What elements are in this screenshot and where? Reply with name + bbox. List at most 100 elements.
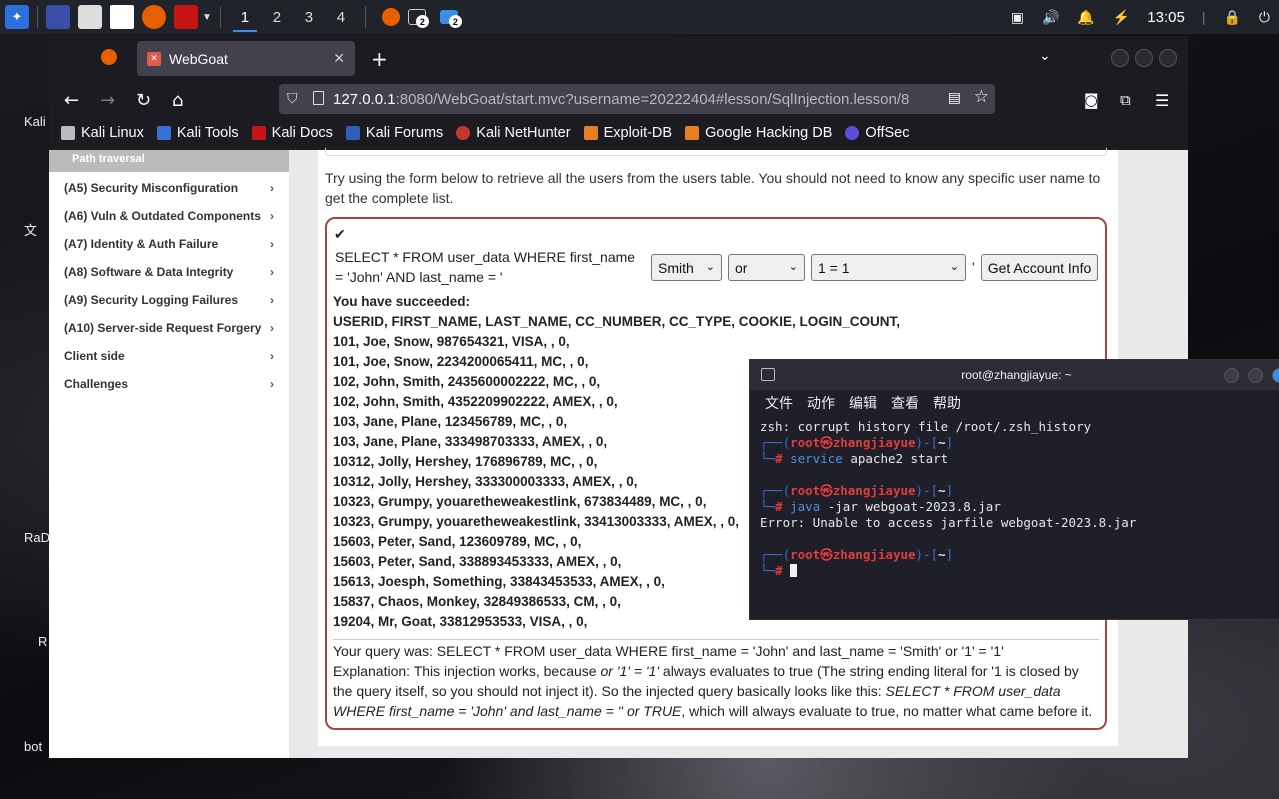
sidebar-item-a7[interactable]: (A7) Identity & Auth Failure › — [49, 230, 289, 258]
menu-edit[interactable]: 编辑 — [849, 393, 877, 413]
desktop-label[interactable]: 文 — [24, 220, 37, 239]
operator-select[interactable]: or ⌄ — [728, 254, 805, 281]
select-value: Smith — [658, 260, 694, 276]
bookmark-label: Google Hacking DB — [705, 125, 833, 141]
sidebar-item-a10[interactable]: (A10) Server-side Request Forgery › — [49, 314, 289, 342]
chevron-right-icon: › — [270, 293, 274, 307]
menu-help[interactable]: 帮助 — [933, 393, 961, 413]
sidebar-subitem-path-traversal[interactable]: Path traversal — [49, 150, 289, 172]
pocket-icon[interactable]: ◙ — [1084, 91, 1099, 109]
notification-bell-icon[interactable]: 🔔 — [1077, 9, 1094, 26]
cursor — [790, 564, 798, 577]
sidebar-item-a6[interactable]: (A6) Vuln & Outdated Components › — [49, 202, 289, 230]
tab-webgoat[interactable]: ✕ WebGoat ✕ — [137, 41, 355, 76]
logout-icon[interactable]: ⏻ — [1259, 9, 1270, 26]
screen-icon[interactable]: ▣ — [1011, 9, 1024, 26]
back-icon[interactable]: ← — [64, 90, 79, 111]
workspace-2[interactable]: 2 — [261, 0, 293, 34]
minimize-button[interactable] — [1224, 368, 1239, 383]
desktop-label[interactable]: RaD — [24, 530, 50, 545]
desktop-label[interactable]: Kali — [24, 114, 46, 129]
terminal-titlebar[interactable]: root@zhangjiayue: ~ — [750, 360, 1279, 390]
close-window-button[interactable] — [1159, 49, 1177, 67]
bookmark-kali-forums[interactable]: Kali Forums — [345, 125, 443, 141]
workspace-4[interactable]: 4 — [325, 0, 357, 34]
minimize-button[interactable] — [1111, 49, 1129, 67]
terminal-window-icon[interactable]: 2 — [407, 9, 429, 28]
maximize-button[interactable] — [1248, 368, 1263, 383]
close-tab-icon[interactable]: ✕ — [333, 50, 345, 67]
menu-file[interactable]: 文件 — [765, 393, 793, 413]
firefox-view-icon[interactable] — [101, 49, 117, 65]
url-bar[interactable]: ⛉ 127.0.0.1:8080/WebGoat/start.mvc?usern… — [279, 84, 995, 114]
app-icon[interactable] — [174, 5, 198, 29]
close-window-button[interactable] — [1272, 368, 1279, 383]
get-account-info-button[interactable]: Get Account Info — [981, 254, 1098, 281]
workspace-3[interactable]: 3 — [293, 0, 325, 34]
sidebar-item-client-side[interactable]: Client side › — [49, 342, 289, 370]
kali-forums-icon — [345, 126, 360, 140]
tab-list-icon[interactable]: ⌄ — [1039, 48, 1051, 64]
sidebar-item-challenges[interactable]: Challenges › — [49, 370, 289, 398]
firefox-window-icon[interactable] — [381, 8, 400, 26]
last-name-select[interactable]: Smith ⌄ — [651, 254, 722, 281]
bookmark-kali-tools[interactable]: Kali Tools — [156, 125, 239, 141]
bookmarks-bar: Kali Linux Kali Tools Kali Docs Kali For… — [49, 118, 1188, 148]
menu-view[interactable]: 查看 — [891, 393, 919, 413]
bookmark-kali-docs[interactable]: Kali Docs — [251, 125, 333, 141]
extensions-icon[interactable]: ⧉ — [1120, 91, 1131, 109]
success-message: You have succeeded: — [333, 294, 471, 309]
bookmark-label: Kali Linux — [81, 125, 144, 141]
condition-select[interactable]: 1 = 1 ⌄ — [811, 254, 966, 281]
command-line: └─# java -jar webgoat-2023.8.jar — [760, 499, 1001, 514]
nav-bar: ← → ↻ ⌂ ⛉ 127.0.0.1:8080/WebGoat/start.m… — [49, 82, 1188, 118]
sidebar-item-label: (A7) Identity & Auth Failure — [64, 237, 219, 251]
sidebar-item-a8[interactable]: (A8) Software & Data Integrity › — [49, 258, 289, 286]
sql-query-prefix: SELECT * FROM user_data WHERE first_name… — [335, 249, 636, 285]
sidebar-item-a5[interactable]: (A5) Security Misconfiguration › — [49, 174, 289, 202]
workspace-1[interactable]: 1 — [229, 0, 261, 34]
file-manager-icon[interactable] — [78, 5, 102, 29]
maximize-button[interactable] — [1135, 49, 1153, 67]
reload-icon[interactable]: ↻ — [136, 90, 151, 111]
desktop-label[interactable]: R — [38, 634, 47, 649]
system-tray: ▣ 🔊 🔔 ⚡ 13:05 | 🔒 ⏻ — [1002, 0, 1279, 34]
bookmark-exploit-db[interactable]: Exploit-DB — [583, 125, 673, 141]
clock[interactable]: 13:05 — [1147, 9, 1185, 26]
bookmark-label: Exploit-DB — [603, 125, 673, 141]
new-tab-icon[interactable]: + — [371, 47, 388, 71]
terminal-icon — [761, 368, 775, 381]
explanation-part: , which will always evaluate to true, no… — [681, 703, 1093, 719]
prompt-line: ┌──(root㉿zhangjiayue)-[~] — [760, 435, 954, 450]
power-icon[interactable]: ⚡ — [1113, 9, 1130, 26]
volume-icon[interactable]: 🔊 — [1042, 9, 1059, 26]
home-icon[interactable]: ⌂ — [172, 90, 183, 111]
terminal-output[interactable]: zsh: corrupt history file /root/.zsh_his… — [750, 416, 1279, 579]
desktop-label[interactable]: bot — [24, 739, 42, 754]
divider — [364, 6, 366, 28]
kali-menu-icon[interactable]: ✦ — [5, 5, 29, 29]
firefox-icon[interactable] — [142, 5, 166, 29]
bookmark-star-icon[interactable]: ☆ — [973, 87, 989, 107]
bookmark-kali-nethunter[interactable]: Kali NetHunter — [456, 125, 571, 141]
chevron-right-icon: › — [270, 321, 274, 335]
forward-icon[interactable]: → — [100, 90, 115, 111]
lock-icon[interactable]: 🔒 — [1223, 9, 1240, 26]
shield-icon[interactable]: ⛉ — [287, 90, 298, 107]
show-desktop-icon[interactable] — [46, 5, 70, 29]
text-editor-icon[interactable] — [110, 5, 134, 29]
reader-view-icon[interactable]: ▤ — [947, 89, 961, 106]
chevron-down-icon[interactable]: ▼ — [202, 12, 212, 23]
bookmark-google-hacking-db[interactable]: Google Hacking DB — [685, 125, 832, 141]
folder-window-icon[interactable]: 2 — [439, 10, 462, 28]
webgoat-favicon-icon: ✕ — [147, 51, 161, 66]
terminal-title: root@zhangjiayue: ~ — [961, 368, 1072, 382]
offsec-icon — [845, 126, 860, 140]
bookmark-offsec[interactable]: OffSec — [845, 125, 909, 141]
menu-actions[interactable]: 动作 — [807, 393, 835, 413]
bookmark-kali-linux[interactable]: Kali Linux — [61, 125, 144, 141]
sidebar-item-a9[interactable]: (A9) Security Logging Failures › — [49, 286, 289, 314]
menu-icon[interactable]: ☰ — [1155, 91, 1169, 110]
taskbar: ✦ ▼ 1 2 3 4 2 2 ▣ 🔊 🔔 ⚡ 13:05 | 🔒 ⏻ — [0, 0, 1279, 34]
command-line: └─# service apache2 start — [760, 451, 949, 466]
